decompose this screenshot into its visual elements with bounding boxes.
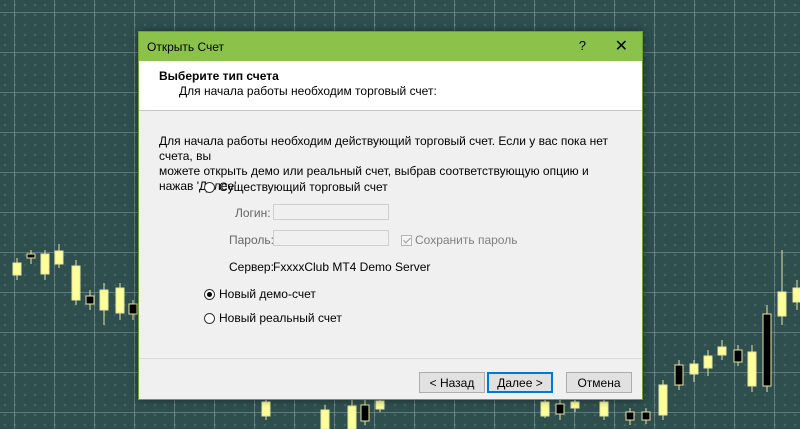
dialog-title: Открыть Счет — [147, 40, 225, 54]
radio-demo-account[interactable] — [204, 288, 215, 300]
radio-existing-account[interactable] — [204, 181, 215, 193]
header-title: Выберите тип счета — [159, 69, 279, 83]
login-label: Логин: — [235, 206, 271, 220]
close-button[interactable]: ✕ — [615, 36, 628, 56]
real-account-option[interactable]: Новый реальный счет — [204, 311, 342, 325]
radio-real-account[interactable] — [204, 312, 215, 324]
dialog-titlebar[interactable]: Открыть Счет ? ✕ — [139, 32, 642, 61]
description-line-1: Для начала работы необходим действующий … — [159, 134, 608, 163]
dialog-footer: < Назад Далее > Отмена — [139, 358, 642, 400]
demo-account-option[interactable]: Новый демо-счет — [204, 287, 316, 301]
server-label: Сервер: — [229, 260, 274, 274]
save-password-label: Сохранить пароль — [415, 233, 518, 247]
back-button[interactable]: < Назад — [419, 372, 485, 393]
password-field[interactable] — [273, 230, 389, 246]
login-field[interactable] — [273, 204, 389, 220]
dialog-header: Выберите тип счета Для начала работы нео… — [139, 61, 642, 111]
save-password-checkbox[interactable] — [401, 234, 412, 246]
server-value: FxxxxClub MT4 Demo Server — [273, 260, 431, 274]
real-account-label: Новый реальный счет — [219, 311, 342, 325]
cancel-button[interactable]: Отмена — [566, 372, 632, 393]
existing-account-label: Существующий торговый счет — [219, 180, 388, 194]
help-button[interactable]: ? — [579, 38, 586, 53]
header-subtitle: Для начала работы необходим торговый сче… — [179, 84, 437, 98]
save-password-option[interactable]: Сохранить пароль — [401, 233, 517, 247]
existing-account-option[interactable]: Существующий торговый счет — [204, 180, 388, 194]
next-button[interactable]: Далее > — [487, 372, 553, 393]
password-label: Пароль: — [229, 233, 274, 247]
open-account-dialog: Открыть Счет ? ✕ Выберите тип счета Для … — [138, 31, 643, 400]
demo-account-label: Новый демо-счет — [219, 287, 316, 301]
